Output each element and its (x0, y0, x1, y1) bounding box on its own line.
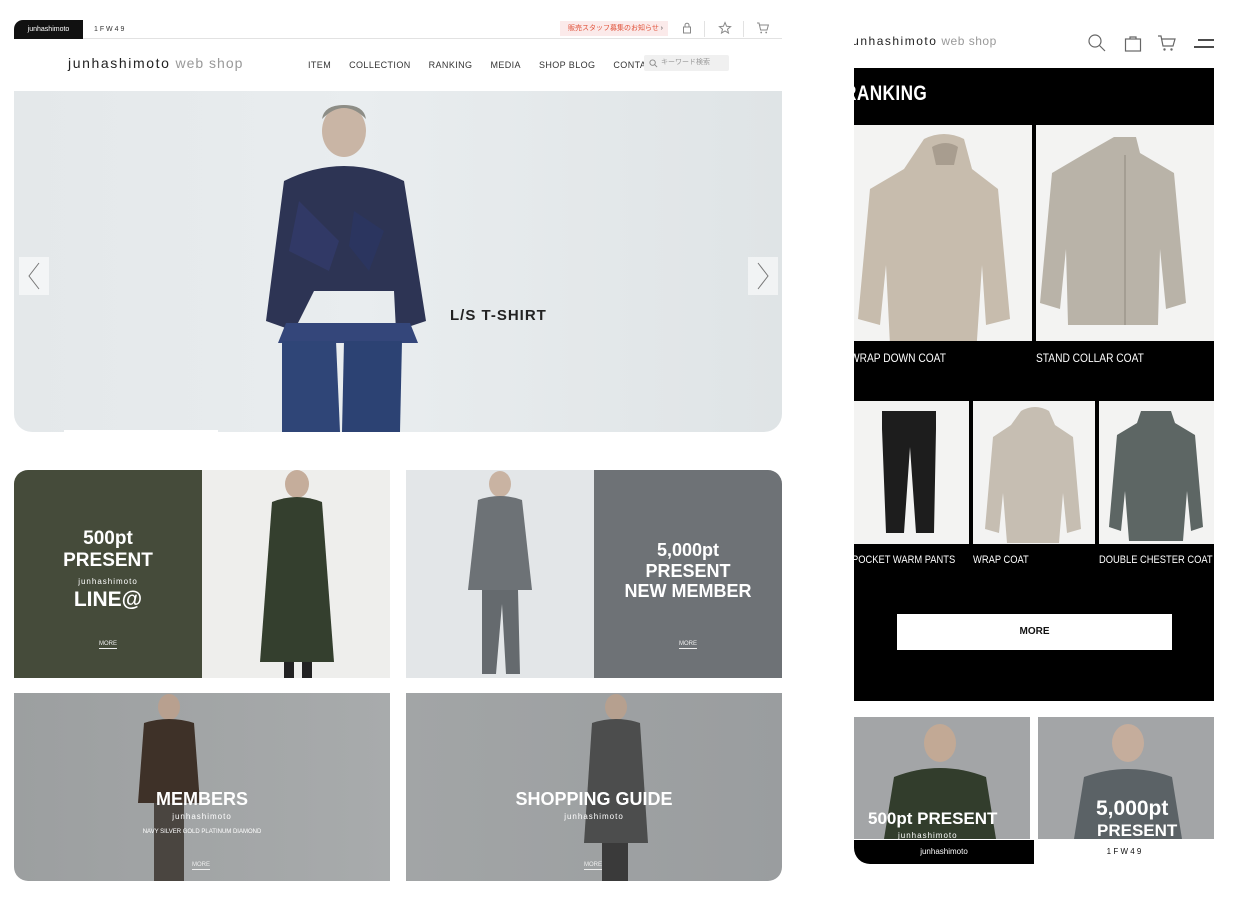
members-title: MEMBERS (155, 789, 248, 809)
product-card-wrap-coat[interactable] (973, 401, 1095, 544)
mobile-header: junhashimoto web shop (854, 18, 1214, 68)
recruit-notice-label: 販売スタッフ募集のお知らせ (568, 25, 659, 32)
site-header: junhashimoto web shop ITEM COLLECTION RAN… (14, 39, 782, 91)
members-banner[interactable]: MEMBERS junhashimoto NAVY SILVER GOLD PL… (14, 693, 390, 881)
shopping-guide-title: SHOPPING GUIDE (515, 789, 673, 809)
model-brown-jacket-image (138, 694, 200, 881)
new-member-points: 5,000pt (656, 540, 720, 560)
mobile-banner-left-title: 500pt PRESENT (868, 809, 998, 828)
line-tile-more-link[interactable]: MORE (99, 641, 117, 649)
main-nav: ITEM COLLECTION RANKING MEDIA SHOP BLOG … (308, 60, 677, 70)
hero-progress-bar (64, 430, 218, 432)
new-member-label: NEW MEMBER (624, 581, 752, 601)
new-member-banner-photo (406, 470, 594, 678)
nav-item-item[interactable]: ITEM (308, 60, 331, 70)
hero-caption: L/S T-SHIRT (450, 307, 547, 324)
bag-icon[interactable] (1122, 32, 1144, 54)
mobile-logo-sub: web shop (941, 34, 997, 48)
recruit-notice-link[interactable]: 販売スタッフ募集のお知らせ › (560, 21, 668, 36)
mobile-logo[interactable]: junhashimoto web shop (854, 34, 997, 48)
nav-item-ranking[interactable]: RANKING (429, 60, 473, 70)
mobile-new-member-banner[interactable]: 5,000pt PRESENT (1038, 717, 1214, 839)
desktop-view: junhashimoto 1 F W 4 9 販売スタッフ募集のお知らせ › j… (14, 18, 782, 888)
mobile-line-present-banner[interactable]: 500pt PRESENT junhashimoto (854, 717, 1030, 839)
search-input[interactable]: キーワード検索 (644, 55, 729, 71)
divider (704, 21, 705, 37)
product-name-stand-collar-coat[interactable]: STAND COLLAR COAT (1036, 351, 1144, 365)
ranking-more-button[interactable]: MORE (897, 614, 1172, 650)
cart-icon[interactable] (755, 20, 771, 36)
mobile-banner-right-points: 5,000pt (1096, 797, 1169, 820)
mobile-banner-right-present: PRESENT (1097, 821, 1178, 839)
product-image-wrap-down-coat (858, 134, 1010, 341)
search-icon[interactable] (1086, 32, 1108, 54)
mobile-logo-main: junhashimoto (854, 34, 938, 48)
product-image-double-chester-coat (1109, 411, 1203, 541)
line-tile-brand: junhashimoto (78, 577, 138, 586)
brand-tab-1fw49[interactable]: 1 F W 4 9 (94, 20, 124, 39)
product-name-double-chester-coat[interactable]: DOUBLE CHESTER COAT (1099, 554, 1213, 566)
chevron-left-icon (28, 262, 40, 290)
brand-tab-junhashimoto[interactable]: junhashimoto (14, 20, 83, 39)
ranking-title: RANKING (854, 82, 928, 105)
product-card-pocket-warm-pants[interactable] (854, 401, 969, 544)
logo-sub: web shop (175, 55, 244, 71)
nav-item-shop-blog[interactable]: SHOP BLOG (539, 60, 595, 70)
shopping-guide-banner[interactable]: SHOPPING GUIDE junhashimoto MORE (406, 693, 782, 881)
chevron-right-icon: › (660, 25, 663, 32)
star-icon[interactable] (717, 20, 733, 36)
hero-model-image (266, 105, 426, 432)
hero-prev-button[interactable] (19, 257, 49, 295)
menu-icon[interactable] (1192, 32, 1214, 54)
line-tile-points: 500pt (83, 528, 133, 549)
brand-tab-bar: junhashimoto 1 F W 4 9 販売スタッフ募集のお知らせ › (14, 18, 782, 39)
line-present-banner[interactable]: 500pt PRESENT junhashimoto LINE@ MORE (14, 470, 390, 678)
model-green-coat-image (260, 470, 334, 678)
product-card-wrap-down-coat[interactable] (854, 125, 1032, 341)
product-name-wrap-coat[interactable]: WRAP COAT (973, 554, 1029, 566)
product-image-wrap-coat (985, 407, 1081, 543)
shopping-guide-brand: junhashimoto (564, 812, 624, 821)
line-tile-line: LINE@ (73, 588, 143, 611)
line-tile-present: PRESENT (63, 550, 153, 571)
mobile-banner-left-brand: junhashimoto (898, 831, 958, 839)
search-placeholder: キーワード検索 (661, 59, 710, 66)
new-member-banner[interactable]: 5,000pt PRESENT NEW MEMBER MORE (406, 470, 782, 678)
new-member-more-link[interactable]: MORE (679, 641, 697, 649)
members-ranks: NAVY SILVER GOLD PLATINUM DIAMOND (142, 829, 262, 835)
mobile-brand-tab-1fw49[interactable]: 1 F W 4 9 (1034, 840, 1214, 864)
product-card-double-chester-coat[interactable] (1099, 401, 1214, 544)
hero-slider[interactable]: L/S T-SHIRT (14, 91, 782, 432)
site-logo[interactable]: junhashimoto web shop (68, 55, 243, 71)
lock-icon[interactable] (679, 20, 695, 36)
mobile-brand-tab-junhashimoto[interactable]: junhashimoto (854, 840, 1034, 864)
divider (743, 21, 744, 37)
product-image-stand-collar-coat (1040, 137, 1186, 325)
ranking-section: RANKING WRAP DOWN COAT STAND COLLAR COAT (854, 68, 1214, 701)
model-gray-coat-image (584, 694, 648, 881)
nav-item-media[interactable]: MEDIA (490, 60, 521, 70)
product-image-pocket-warm-pants (882, 411, 936, 533)
search-icon (649, 59, 658, 68)
nav-item-collection[interactable]: COLLECTION (349, 60, 411, 70)
model-gray-suit-image (468, 471, 532, 674)
line-banner-photo (202, 470, 390, 678)
shopping-guide-more-link[interactable]: MORE (584, 862, 602, 870)
mobile-view: junhashimotoweb shop RANKING (854, 18, 1214, 864)
new-member-present: PRESENT (645, 561, 731, 581)
members-more-link[interactable]: MORE (192, 862, 210, 870)
members-brand: junhashimoto (172, 812, 232, 821)
logo-main: junhashimoto (68, 55, 171, 71)
chevron-right-icon (757, 262, 769, 290)
product-card-stand-collar-coat[interactable] (1036, 125, 1214, 341)
cart-icon[interactable] (1156, 32, 1178, 54)
product-name-wrap-down-coat[interactable]: WRAP DOWN COAT (854, 351, 946, 365)
hero-next-button[interactable] (748, 257, 778, 295)
product-name-pocket-warm-pants[interactable]: POCKET WARM PANTS (854, 554, 955, 566)
